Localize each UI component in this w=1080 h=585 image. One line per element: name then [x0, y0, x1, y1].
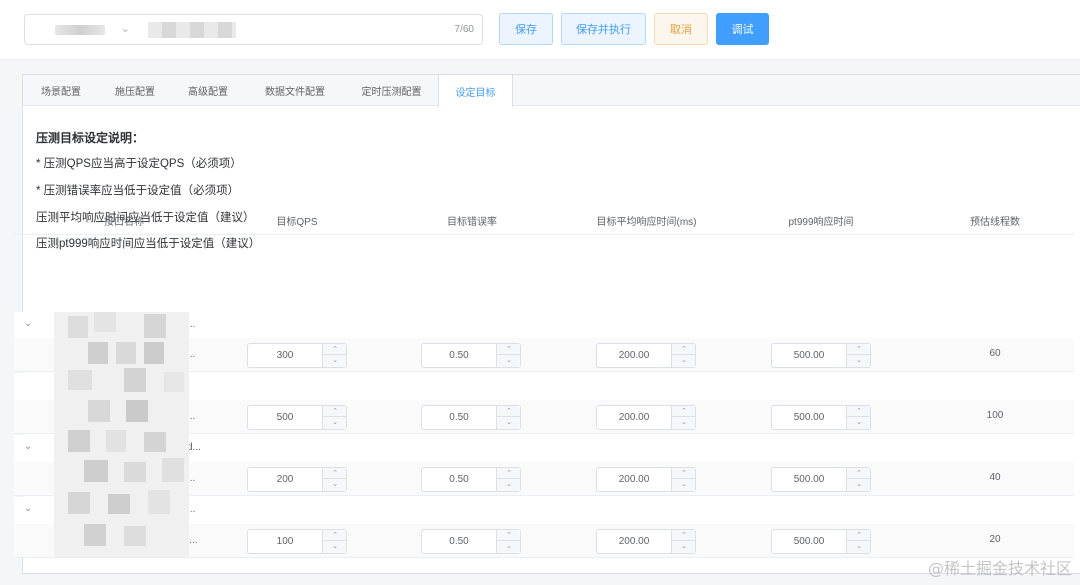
tab-scene-config[interactable]: 场景配置 [23, 75, 99, 106]
decrement-icon: ⌄ [681, 543, 687, 550]
cancel-button[interactable]: 取消 [654, 13, 708, 45]
decrement-icon: ⌄ [506, 543, 512, 550]
increment-icon: ⌃ [497, 344, 521, 355]
decrement-icon: ⌄ [332, 543, 338, 550]
pt999-stepper[interactable]: 500.00 ⌃ ⌄ [771, 405, 871, 430]
decrement-icon: ⌄ [856, 357, 862, 364]
avg-rt-stepper[interactable]: 200.00 ⌃ ⌄ [596, 467, 696, 492]
tab-bar: 场景配置 施压配置 高级配置 数据文件配置 定时压测配置 设定目标 [23, 75, 1080, 107]
qps-stepper[interactable]: 100 ⌃ ⌄ [247, 529, 347, 554]
chevron-down-icon[interactable]: ⌄ [24, 318, 32, 329]
col-target-error-rate: 目标错误率 [447, 217, 497, 228]
scene-type-select[interactable]: ⌄ [24, 14, 141, 45]
decrement-icon: ⌄ [856, 481, 862, 488]
decrement-icon: ⌄ [856, 543, 862, 550]
col-target-qps: 目标QPS [276, 217, 318, 228]
debug-button[interactable]: 调试 [716, 13, 769, 45]
avg-rt-stepper[interactable]: 200.00 ⌃ ⌄ [596, 343, 696, 368]
blurred-name-value [148, 22, 236, 38]
tab-set-target[interactable]: 设定目标 [438, 75, 513, 107]
col-pt999: pt999响应时间 [788, 217, 854, 228]
increment-icon: ⌃ [672, 468, 696, 479]
avg-rt-stepper[interactable]: 200.00 ⌃ ⌄ [596, 405, 696, 430]
description-line: * 压测QPS应当高于设定QPS（必须项） [36, 158, 242, 170]
col-interface-name: 接口名称 [104, 217, 144, 228]
increment-icon: ⌃ [323, 468, 347, 479]
pt999-stepper[interactable]: 500.00 ⌃ ⌄ [771, 467, 871, 492]
est-threads: 60 [989, 348, 1001, 359]
decrement-icon: ⌄ [856, 419, 862, 426]
col-est-threads: 预估线程数 [970, 217, 1020, 228]
est-threads: 20 [989, 534, 1001, 545]
chevron-down-icon[interactable]: ⌄ [24, 503, 32, 514]
top-toolbar: ⌄ 7/60 保存 保存并执行 取消 调试 [0, 0, 1080, 60]
tab-advanced-config[interactable]: 高级配置 [171, 75, 245, 106]
increment-icon: ⌃ [847, 406, 871, 417]
decrement-icon: ⌄ [506, 419, 512, 426]
increment-icon: ⌃ [672, 406, 696, 417]
description-line: 压测pt999响应时间应当低于设定值（建议） [36, 238, 261, 250]
decrement-icon: ⌄ [681, 357, 687, 364]
tab-data-file-config[interactable]: 数据文件配置 [245, 75, 345, 106]
est-threads: 100 [986, 410, 1004, 421]
decrement-icon: ⌄ [332, 357, 338, 364]
avg-rt-stepper[interactable]: 200.00 ⌃ ⌄ [596, 529, 696, 554]
col-target-avg-rt: 目标平均响应时间(ms) [596, 217, 697, 228]
error-rate-stepper[interactable]: 0.50 ⌃ ⌄ [421, 343, 521, 368]
increment-icon: ⌃ [672, 530, 696, 541]
error-rate-stepper[interactable]: 0.50 ⌃ ⌄ [421, 529, 521, 554]
watermark: @稀土掘金技术社区 [927, 559, 1072, 578]
qps-stepper[interactable]: 300 ⌃ ⌄ [247, 343, 347, 368]
decrement-icon: ⌄ [332, 419, 338, 426]
est-threads: 40 [989, 472, 1001, 483]
decrement-icon: ⌄ [506, 357, 512, 364]
save-and-run-button[interactable]: 保存并执行 [561, 13, 646, 45]
qps-stepper[interactable]: 200 ⌃ ⌄ [247, 467, 347, 492]
increment-icon: ⌃ [672, 344, 696, 355]
qps-stepper[interactable]: 500 ⌃ ⌄ [247, 405, 347, 430]
blurred-select-value [55, 25, 105, 35]
tab-scheduled-config[interactable]: 定时压测配置 [345, 75, 438, 106]
error-rate-stepper[interactable]: 0.50 ⌃ ⌄ [421, 405, 521, 430]
increment-icon: ⌃ [847, 468, 871, 479]
error-rate-stepper[interactable]: 0.50 ⌃ ⌄ [421, 467, 521, 492]
scene-name-input[interactable]: 7/60 [140, 14, 483, 45]
decrement-icon: ⌄ [332, 481, 338, 488]
chevron-down-icon[interactable]: ⌄ [24, 441, 32, 452]
pt999-stepper[interactable]: 500.00 ⌃ ⌄ [771, 343, 871, 368]
increment-icon: ⌃ [497, 530, 521, 541]
increment-icon: ⌃ [497, 468, 521, 479]
description-title: 压测目标设定说明： [36, 131, 145, 145]
increment-icon: ⌃ [497, 406, 521, 417]
increment-icon: ⌃ [847, 530, 871, 541]
increment-icon: ⌃ [847, 344, 871, 355]
chevron-down-icon: ⌄ [120, 23, 130, 35]
blurred-interface-names [54, 312, 189, 557]
truncated-name: d... [187, 442, 201, 453]
increment-icon: ⌃ [323, 344, 347, 355]
save-button[interactable]: 保存 [499, 13, 553, 45]
decrement-icon: ⌄ [681, 419, 687, 426]
increment-icon: ⌃ [323, 406, 347, 417]
table-header: 接口名称 目标QPS 目标错误率 目标平均响应时间(ms) pt999响应时间 … [14, 205, 1074, 235]
decrement-icon: ⌄ [506, 481, 512, 488]
decrement-icon: ⌄ [681, 481, 687, 488]
pt999-stepper[interactable]: 500.00 ⌃ ⌄ [771, 529, 871, 554]
char-counter: 7/60 [454, 24, 474, 35]
tab-pressure-config[interactable]: 施压配置 [99, 75, 171, 106]
increment-icon: ⌃ [323, 530, 347, 541]
description-line: * 压测错误率应当低于设定值（必须项） [36, 185, 240, 197]
